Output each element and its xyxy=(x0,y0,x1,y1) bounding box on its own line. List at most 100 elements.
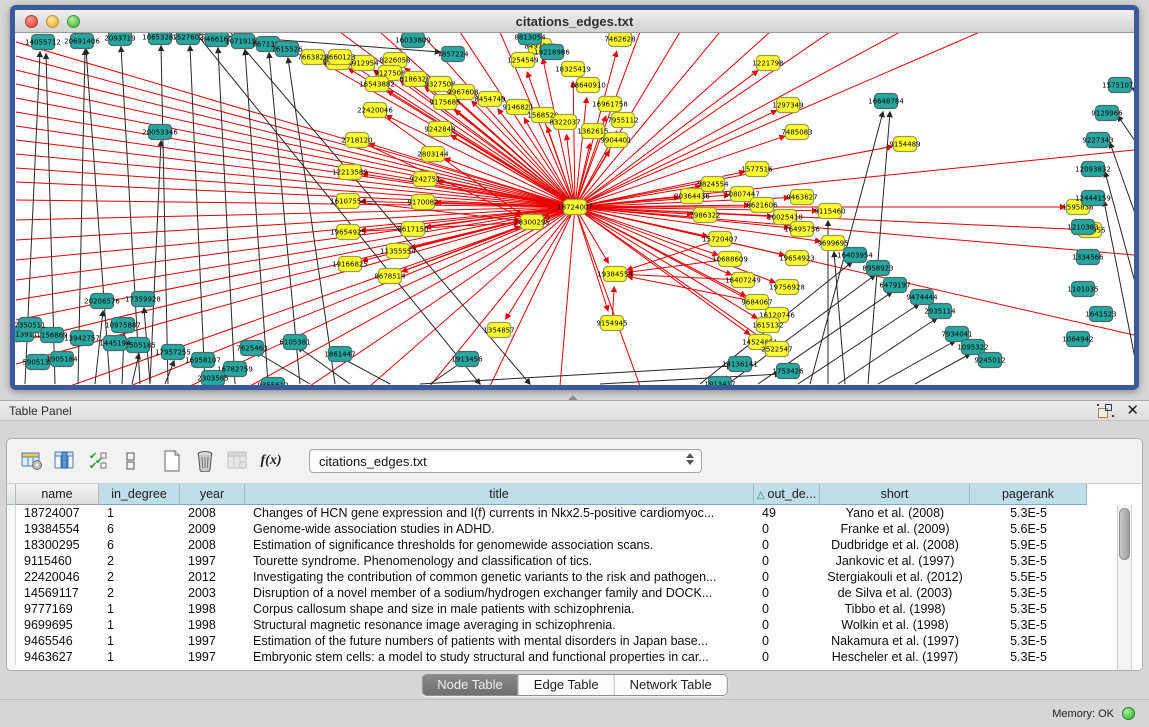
table-cell[interactable]: 2008 xyxy=(180,505,245,521)
table-cell[interactable]: 1 xyxy=(99,633,180,649)
table-cell[interactable]: 0 xyxy=(754,601,820,617)
table-settings-icon[interactable] xyxy=(19,449,45,473)
table-cell[interactable]: Genome-wide association studies in ADHD. xyxy=(245,521,754,537)
column-header-year[interactable]: year xyxy=(180,484,245,505)
graph-node[interactable]: 1913417 xyxy=(704,377,735,386)
table-cell[interactable]: 18300295 xyxy=(16,537,99,553)
graph-node[interactable]: 9355612 xyxy=(257,378,288,386)
table-cell[interactable]: 0 xyxy=(754,537,820,553)
graph-node[interactable]: 19654923 xyxy=(779,251,815,266)
table-cell[interactable]: 9115460 xyxy=(16,553,99,569)
table-cell[interactable]: Corpus callosum shape and size in male p… xyxy=(245,601,754,617)
graph-node[interactable]: 10688609 xyxy=(712,252,748,267)
table-cell[interactable]: 19384554 xyxy=(16,521,99,537)
table-cell[interactable]: Tourette syndrome. Phenomenology and cla… xyxy=(245,553,754,569)
graph-node[interactable]: 9245012 xyxy=(974,353,1005,368)
table-cell[interactable]: 2003 xyxy=(180,585,245,601)
graph-node[interactable]: 9129966 xyxy=(1091,106,1123,121)
close-panel-icon[interactable]: ✕ xyxy=(1126,403,1139,418)
graph-node[interactable]: 7462628 xyxy=(604,33,635,47)
graph-node[interactable]: 8678514 xyxy=(374,269,406,284)
table-cell[interactable]: 1 xyxy=(99,617,180,633)
graph-node[interactable]: 9154489 xyxy=(889,137,920,152)
new-table-icon[interactable] xyxy=(159,449,185,473)
graph-node[interactable]: 17359928 xyxy=(125,292,161,307)
graph-node[interactable]: 7625463 xyxy=(236,341,267,356)
graph-node[interactable]: 20053346 xyxy=(142,125,178,140)
scrollbar-thumb[interactable] xyxy=(1119,508,1130,560)
table-column-icon[interactable] xyxy=(52,449,78,473)
table-cell[interactable]: Wolkin et al. (1998) xyxy=(820,617,970,633)
graph-node[interactable]: 15720407 xyxy=(702,232,738,247)
import-table-icon[interactable] xyxy=(225,449,251,473)
graph-node[interactable]: 6479197 xyxy=(879,278,910,293)
graph-node[interactable]: 9115460 xyxy=(814,204,845,219)
table-cell[interactable]: 2 xyxy=(99,553,180,569)
graph-node[interactable]: 9175685 xyxy=(429,95,460,110)
graph-node[interactable]: 9170082 xyxy=(407,195,438,210)
graph-node[interactable]: 2935114 xyxy=(924,304,956,319)
graph-node[interactable]: 9227343 xyxy=(1082,133,1113,148)
table-cell[interactable]: 1 xyxy=(99,649,180,665)
graph-node[interactable]: 22420046 xyxy=(357,103,393,118)
graph-node[interactable]: 9463627 xyxy=(786,190,817,205)
graph-node[interactable]: 7485083 xyxy=(781,125,812,140)
graph-node[interactable]: 9242751 xyxy=(409,172,440,187)
graph-node[interactable]: 8617150 xyxy=(397,222,428,237)
graph-node[interactable]: 9904401 xyxy=(600,133,631,148)
table-row[interactable]: 1938455462009Genome-wide association stu… xyxy=(7,521,1142,537)
table-cell[interactable]: 5.6E-5 xyxy=(970,521,1087,537)
table-row[interactable]: 911546021997Tourette syndrome. Phenomeno… xyxy=(7,553,1142,569)
table-cell[interactable]: 6 xyxy=(99,537,180,553)
graph-node[interactable]: 8322037 xyxy=(549,115,580,130)
graph-node[interactable]: 16961758 xyxy=(592,97,628,112)
table-row[interactable]: 977716911998Corpus callosum shape and si… xyxy=(7,601,1142,617)
table-row[interactable]: 2242004622012Investigating the contribut… xyxy=(7,569,1142,585)
tab-node-table[interactable]: Node Table xyxy=(422,675,519,695)
table-cell[interactable]: 14569117 xyxy=(16,585,99,601)
table-cell[interactable]: 5.3E-5 xyxy=(970,553,1087,569)
table-cell[interactable]: Yano et al. (2008) xyxy=(820,505,970,521)
float-panel-icon[interactable] xyxy=(1098,404,1114,418)
table-cell[interactable]: 9699695 xyxy=(16,617,99,633)
table-cell[interactable]: 2 xyxy=(99,585,180,601)
table-cell[interactable]: Jankovic et al. (1997) xyxy=(820,553,970,569)
table-cell[interactable]: 2009 xyxy=(180,521,245,537)
graph-node[interactable]: 2093719 xyxy=(104,33,135,46)
table-cell[interactable]: 0 xyxy=(754,617,820,633)
table-cell[interactable]: 5.3E-5 xyxy=(970,649,1087,665)
table-cell[interactable]: 5.3E-5 xyxy=(970,585,1087,601)
table-cell[interactable]: 1997 xyxy=(180,649,245,665)
table-cell[interactable]: 5.3E-5 xyxy=(970,601,1087,617)
table-cell[interactable]: de Silva et al. (2003) xyxy=(820,585,970,601)
graph-node[interactable]: 8958923 xyxy=(862,261,893,276)
graph-node[interactable]: 18640910 xyxy=(570,78,606,93)
table-row[interactable]: 1872400712008Changes of HCN gene express… xyxy=(7,505,1142,521)
graph-node[interactable]: 20206576 xyxy=(84,294,120,309)
graph-node[interactable]: 8621606 xyxy=(746,198,778,213)
window-titlebar[interactable]: citations_edges.txt xyxy=(15,10,1134,33)
graph-node[interactable]: 8660123 xyxy=(324,50,355,65)
graph-node[interactable]: 14136141 xyxy=(722,357,758,372)
function-builder-icon[interactable]: f(x) xyxy=(258,449,284,473)
table-cell[interactable]: 0 xyxy=(754,553,820,569)
tab-network-table[interactable]: Network Table xyxy=(615,675,727,695)
table-cell[interactable]: Dudbridge et al. (2008) xyxy=(820,537,970,553)
table-cell[interactable]: 5.9E-5 xyxy=(970,537,1087,553)
table-select-dropdown[interactable]: citations_edges.txt xyxy=(309,449,702,473)
table-cell[interactable]: 0 xyxy=(754,633,820,649)
graph-node[interactable]: 1064942 xyxy=(1062,332,1093,347)
graph-node[interactable]: 1297349 xyxy=(772,98,803,113)
graph-node[interactable]: 7857224 xyxy=(437,47,469,62)
graph-node[interactable]: 16033809 xyxy=(395,33,431,48)
table-cell[interactable]: 1 xyxy=(99,505,180,521)
column-header-title[interactable]: title xyxy=(245,484,754,505)
graph-node[interactable]: 18325419 xyxy=(555,62,591,77)
graph-node[interactable]: 15751074 xyxy=(1102,78,1134,93)
graph-node[interactable]: 19654925 xyxy=(330,225,366,240)
table-cell[interactable]: 0 xyxy=(754,649,820,665)
graph-node[interactable]: 1527602 xyxy=(172,33,203,45)
table-cell[interactable]: Disruption of a novel member of a sodium… xyxy=(245,585,754,601)
column-header-name[interactable]: name xyxy=(16,484,99,505)
table-cell[interactable]: 9463627 xyxy=(16,649,99,665)
